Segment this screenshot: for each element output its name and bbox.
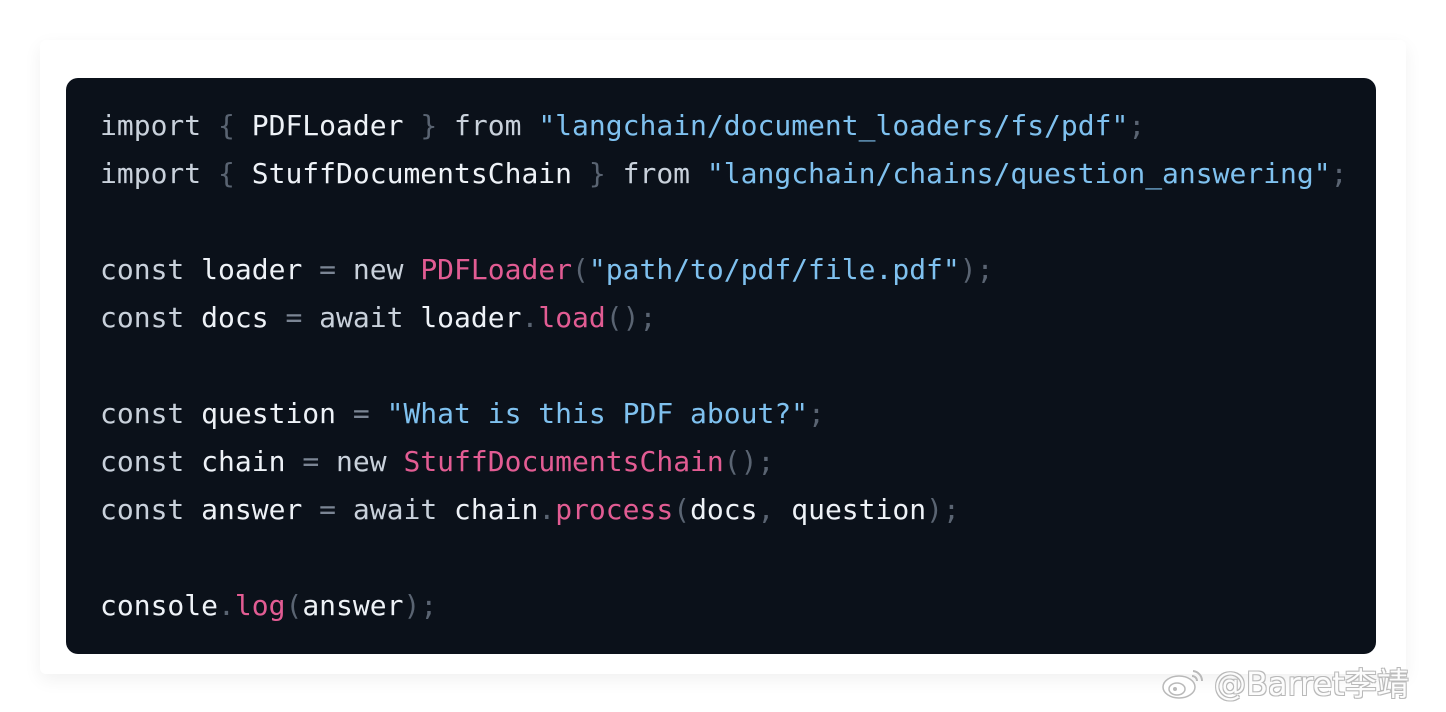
identifier-token: docs (201, 301, 269, 334)
watermark-text: @Barret李靖 (1214, 665, 1409, 703)
function-token: StuffDocumentsChain (403, 445, 724, 478)
identifier-token: question (791, 493, 927, 526)
keyword-token: await (319, 301, 404, 334)
punctuation-token: { (218, 109, 235, 142)
function-token: load (538, 301, 606, 334)
string-token: "path/to/pdf/file.pdf" (588, 253, 960, 286)
identifier-token: loader (420, 301, 522, 334)
code-line: console.log(answer); (100, 582, 1376, 630)
operator-token: = (319, 493, 337, 526)
page: import { PDFLoader } from "langchain/doc… (0, 0, 1446, 712)
identifier-token: answer (302, 589, 404, 622)
function-token: PDFLoader (420, 253, 573, 286)
code-line: const question = "What is this PDF about… (100, 390, 1376, 438)
keyword-token: from (622, 157, 691, 190)
keyword-token: const (100, 253, 185, 286)
function-token: log (234, 589, 286, 622)
code-line: const docs = await loader.load(); (100, 294, 1376, 342)
keyword-token: const (100, 445, 185, 478)
identifier-token: console (100, 589, 219, 622)
keyword-token: from (454, 109, 522, 142)
identifier-token: loader (201, 253, 303, 286)
keyword-token: const (100, 493, 185, 526)
identifier-token: question (201, 397, 337, 430)
code-line: import { StuffDocumentsChain } from "lan… (100, 150, 1376, 198)
punctuation-token: ; (1330, 157, 1348, 190)
identifier-token: docs (690, 493, 758, 526)
identifier-token: answer (201, 493, 303, 526)
punctuation-token: . (218, 589, 235, 622)
punctuation-token: ); (959, 253, 994, 286)
punctuation-token: ( (572, 253, 589, 286)
keyword-token: await (352, 493, 438, 526)
function-token: process (555, 493, 674, 526)
punctuation-token: ); (403, 589, 438, 622)
punctuation-token: ); (926, 493, 960, 526)
keyword-token: import (100, 157, 202, 190)
operator-token: = (352, 397, 370, 430)
string-token: "langchain/chains/question_answering" (706, 157, 1331, 190)
identifier-token: chain (201, 445, 286, 478)
identifier-token: PDFLoader (251, 109, 404, 142)
punctuation-token: ; (1128, 109, 1146, 142)
code-line: const chain = new StuffDocumentsChain(); (100, 438, 1376, 486)
identifier-token: chain (454, 493, 539, 526)
punctuation-token: ; (808, 397, 825, 430)
keyword-token: new (352, 253, 404, 286)
punctuation-token: , (757, 493, 775, 526)
keyword-token: import (100, 109, 202, 142)
punctuation-token: (); (723, 445, 775, 478)
keyword-token: new (336, 445, 387, 478)
weibo-icon (1162, 670, 1204, 699)
punctuation-token: { (218, 157, 235, 190)
punctuation-token: . (538, 493, 556, 526)
operator-token: = (302, 445, 320, 478)
identifier-token: StuffDocumentsChain (251, 157, 573, 190)
punctuation-token: (); (605, 301, 657, 334)
string-token: "langchain/document_loaders/fs/pdf" (538, 109, 1129, 142)
keyword-token: const (100, 397, 185, 430)
code-line: const loader = new PDFLoader("path/to/pd… (100, 246, 1376, 294)
punctuation-token: } (588, 157, 606, 190)
keyword-token: const (100, 301, 185, 334)
code-line: import { PDFLoader } from "langchain/doc… (100, 102, 1376, 150)
operator-token: = (319, 253, 337, 286)
watermark: @Barret李靖 (1160, 660, 1409, 704)
punctuation-token: } (420, 109, 438, 142)
code-line: const answer = await chain.process(docs,… (100, 486, 1376, 534)
operator-token: = (285, 301, 303, 334)
punctuation-token: . (521, 301, 539, 334)
code-block: import { PDFLoader } from "langchain/doc… (66, 78, 1376, 654)
punctuation-token: ( (673, 493, 691, 526)
punctuation-token: ( (285, 589, 303, 622)
string-token: "What is this PDF about?" (386, 397, 809, 430)
